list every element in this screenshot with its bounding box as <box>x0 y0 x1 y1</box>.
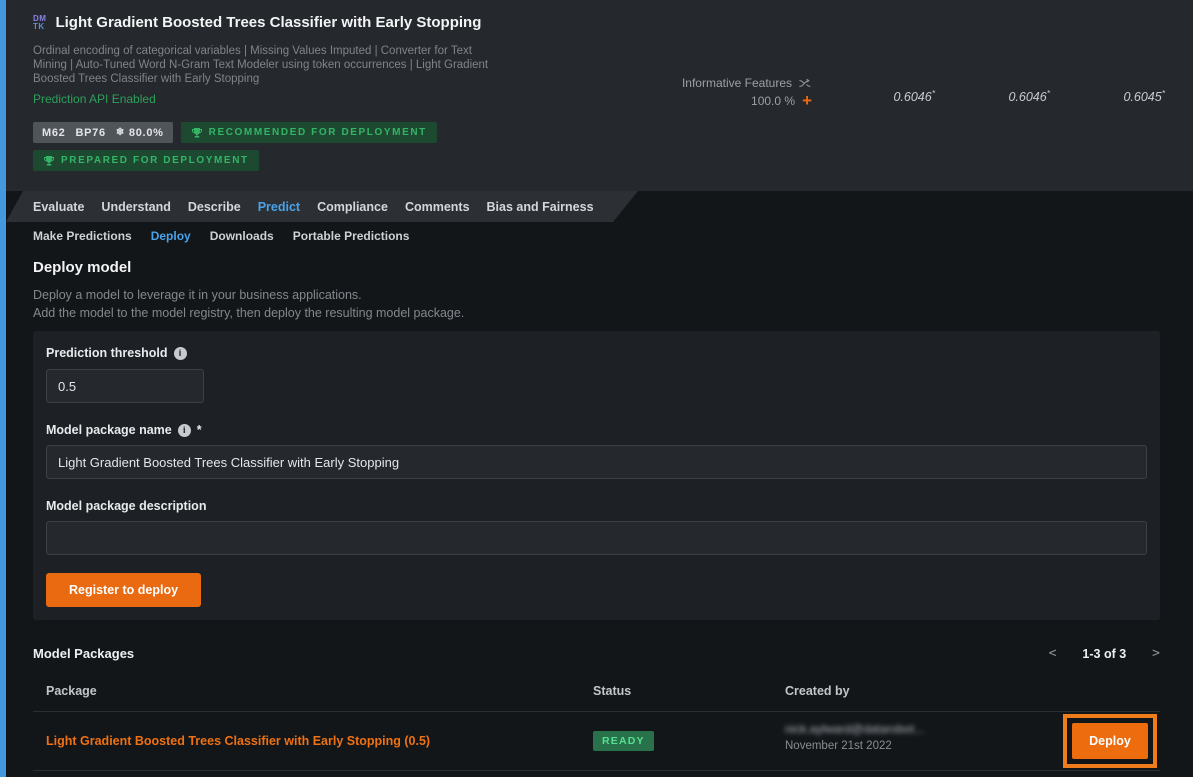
badge-row: M62 BP76 ❄ 80.0% RECOMMENDED FOR DEPLOYM… <box>33 122 437 143</box>
register-to-deploy-button[interactable]: Register to deploy <box>46 573 201 607</box>
section-description-line2: Add the model to the model registry, the… <box>33 306 464 320</box>
deploy-form-card: Prediction threshold i Model package nam… <box>33 331 1160 620</box>
subtab-downloads[interactable]: Downloads <box>210 229 274 243</box>
created-by-cell: nick.aylward@datarobot... November 21st … <box>785 722 924 752</box>
model-title-row: DM TK Light Gradient Boosted Trees Class… <box>33 14 481 31</box>
required-marker: * <box>197 423 202 437</box>
divider <box>33 770 1160 771</box>
chevron-right-icon[interactable]: > <box>1152 646 1160 661</box>
status-badge: READY <box>593 731 654 751</box>
left-accent-stripe <box>0 0 6 777</box>
subtab-make-predictions[interactable]: Make Predictions <box>33 229 132 243</box>
subtab-bar: Make Predictions Deploy Downloads Portab… <box>33 229 409 243</box>
tab-bias-and-fairness[interactable]: Bias and Fairness <box>487 200 594 214</box>
model-header: DM TK Light Gradient Boosted Trees Class… <box>6 0 1193 191</box>
badge-label: PREPARED FOR DEPLOYMENT <box>61 155 249 166</box>
badge-label: RECOMMENDED FOR DEPLOYMENT <box>209 127 427 138</box>
metric-cross-validation[interactable]: 0.6046* <box>965 88 1050 104</box>
created-by-email: nick.aylward@datarobot... <box>785 722 924 736</box>
tab-compliance[interactable]: Compliance <box>317 200 388 214</box>
packages-table-header: Package Status Created by <box>33 684 1160 700</box>
tab-predict[interactable]: Predict <box>258 200 300 214</box>
chevron-left-icon[interactable]: < <box>1049 646 1057 661</box>
section-title: Deploy model <box>33 259 131 276</box>
prediction-threshold-input[interactable] <box>46 369 204 403</box>
column-header-package: Package <box>46 684 97 698</box>
package-link[interactable]: Light Gradient Boosted Trees Classifier … <box>46 734 430 748</box>
feature-lineage-icon[interactable] <box>799 77 812 90</box>
blueprint-number: BP76 <box>76 127 106 139</box>
tab-describe[interactable]: Describe <box>188 200 241 214</box>
info-icon[interactable]: i <box>178 424 191 437</box>
add-sample-icon[interactable]: + <box>802 94 812 108</box>
snowflake-icon: ❄ <box>116 127 125 138</box>
pagination: < 1-3 of 3 > <box>1049 646 1160 661</box>
deploy-button-highlight: Deploy <box>1063 714 1157 768</box>
feature-list-block: Informative Features 100.0 % + <box>660 76 812 108</box>
created-date: November 21st 2022 <box>785 740 924 752</box>
package-description-input[interactable] <box>46 521 1147 555</box>
model-number: M62 <box>42 127 66 139</box>
subtab-portable-predictions[interactable]: Portable Predictions <box>293 229 410 243</box>
model-packages-title: Model Packages <box>33 646 134 661</box>
pagination-range: 1-3 of 3 <box>1082 647 1126 661</box>
sample-percent: 80.0% <box>129 127 164 139</box>
recommended-for-deployment-badge: RECOMMENDED FOR DEPLOYMENT <box>181 122 437 143</box>
subtab-deploy[interactable]: Deploy <box>151 229 191 243</box>
blueprint-description: Ordinal encoding of categorical variable… <box>33 44 498 86</box>
model-deploy-page: DM TK Light Gradient Boosted Trees Class… <box>0 0 1193 777</box>
prediction-threshold-label: Prediction threshold i <box>46 346 187 360</box>
tab-bar: Evaluate Understand Describe Predict Com… <box>6 191 638 222</box>
metric-holdout[interactable]: 0.6045* <box>1080 88 1165 104</box>
section-description-line1: Deploy a model to leverage it in your bu… <box>33 288 362 302</box>
tab-evaluate[interactable]: Evaluate <box>33 200 84 214</box>
model-id-badge: M62 BP76 ❄ 80.0% <box>33 122 173 143</box>
tab-comments[interactable]: Comments <box>405 200 470 214</box>
column-header-created-by: Created by <box>785 684 850 698</box>
badge-row: PREPARED FOR DEPLOYMENT <box>33 150 259 171</box>
feature-list-label[interactable]: Informative Features <box>682 76 792 90</box>
sample-size-label[interactable]: 100.0 % <box>751 94 795 108</box>
column-header-status: Status <box>593 684 631 698</box>
deploy-button[interactable]: Deploy <box>1072 723 1148 759</box>
tab-understand[interactable]: Understand <box>101 200 170 214</box>
info-icon[interactable]: i <box>174 347 187 360</box>
prepared-for-deployment-badge: PREPARED FOR DEPLOYMENT <box>33 150 259 171</box>
package-name-input[interactable] <box>46 445 1147 479</box>
model-type-icon: DM TK <box>33 15 46 31</box>
page-title: Light Gradient Boosted Trees Classifier … <box>55 14 481 31</box>
prediction-api-status[interactable]: Prediction API Enabled <box>33 92 156 106</box>
package-name-label: Model package name i * <box>46 423 202 437</box>
metric-validation[interactable]: 0.6046* <box>850 88 935 104</box>
table-row: Light Gradient Boosted Trees Classifier … <box>33 712 1160 770</box>
package-description-label: Model package description <box>46 499 206 513</box>
trophy-icon <box>43 155 55 167</box>
trophy-icon <box>191 127 203 139</box>
